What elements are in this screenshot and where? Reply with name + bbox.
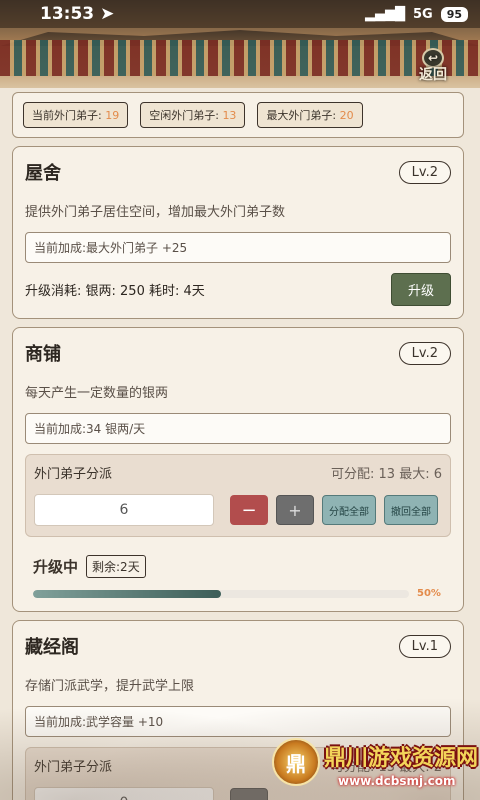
bonus-field: 当前加成:34 银两/天 [25, 413, 451, 444]
level-badge: Lv.1 [398, 634, 451, 658]
assign-all-button[interactable]: 分配全部 [322, 495, 376, 525]
watermark-title: 鼎川游戏资源网 [324, 746, 479, 771]
assign-title: 外门弟子分派 [34, 760, 113, 775]
header-banner: 13:53 ➤ ▂▄▆█ 5G 95 ↩ 返回 [0, 0, 480, 88]
assign-quantity-input[interactable]: 6 [34, 494, 214, 526]
disciple-stats: 当前外门弟子: 19 空闲外门弟子: 13 最大外门弟子: 20 [12, 92, 464, 138]
upgrade-cost: 升级消耗: 银两: 250 耗时: 4天 [25, 284, 205, 299]
bonus-field: 当前加成:最大外门弟子 +25 [25, 232, 451, 263]
building-desc: 提供外门弟子居住空间，增加最大外门弟子数 [25, 205, 286, 220]
minus-button[interactable]: − [230, 788, 268, 800]
progress-fill [33, 589, 221, 598]
upgrading-status: 升级中 剩余:2天 [25, 555, 451, 578]
back-label: 返回 [419, 67, 447, 83]
building-desc: 每天产生一定数量的银两 [25, 386, 169, 401]
building-desc: 存储门派武学，提升武学上限 [25, 679, 195, 694]
main-content: 当前外门弟子: 19 空闲外门弟子: 13 最大外门弟子: 20 屋舍 Lv.2… [12, 92, 464, 800]
building-name: 商铺 [25, 344, 61, 365]
building-name: 屋舍 [25, 163, 61, 184]
assign-quantity-input[interactable]: 0 [34, 787, 214, 800]
status-bar: 13:53 ➤ ▂▄▆█ 5G 95 [0, 0, 480, 28]
stat-current-disciples: 当前外门弟子: 19 [23, 102, 129, 128]
assign-title: 外门弟子分派 [34, 467, 113, 482]
back-button[interactable]: ↩ 返回 [408, 48, 458, 84]
signal-icon: ▂▄▆█ [364, 6, 405, 22]
network-label: 5G [412, 6, 433, 22]
recall-all-button[interactable]: 撤回全部 [384, 495, 438, 525]
upgrading-label: 升级中 [33, 558, 79, 576]
assign-panel: 外门弟子分派 可分配: 13 最大: 6 6 − + 分配全部 撤回全部 [25, 454, 451, 537]
stat-max-disciples: 最大外门弟子: 20 [257, 102, 363, 128]
bonus-field: 当前加成:武学容量 +10 [25, 706, 451, 737]
remaining-time-badge: 剩余:2天 [86, 555, 146, 578]
status-time: 13:53 ➤ [40, 4, 115, 24]
watermark-url: www.dcbsmj.com [338, 774, 456, 788]
upgrade-button[interactable]: 升级 [390, 273, 451, 306]
building-card-shop: 商铺 Lv.2 每天产生一定数量的银两 当前加成:34 银两/天 外门弟子分派 … [12, 327, 464, 612]
stat-idle-disciples: 空闲外门弟子: 13 [140, 102, 246, 128]
upgrade-progress-bar [33, 589, 409, 598]
battery-indicator: 95 [440, 6, 468, 22]
location-arrow-icon: ➤ [100, 4, 115, 24]
assign-availability: 可分配: 13 最大: 6 [331, 467, 442, 482]
status-right: ▂▄▆█ 5G 95 [364, 6, 468, 22]
minus-button[interactable]: − [230, 495, 268, 525]
plus-button[interactable]: + [276, 495, 314, 525]
watermark: 鼎 鼎川游戏资源网 www.dcbsmj.com [268, 736, 480, 800]
building-name: 藏经阁 [25, 637, 79, 658]
progress-percent: 50% [417, 588, 441, 599]
level-badge: Lv.2 [398, 341, 451, 365]
level-badge: Lv.2 [398, 160, 451, 184]
watermark-logo: 鼎 [272, 738, 320, 786]
building-card-dormitory: 屋舍 Lv.2 提供外门弟子居住空间，增加最大外门弟子数 当前加成:最大外门弟子… [12, 146, 464, 319]
